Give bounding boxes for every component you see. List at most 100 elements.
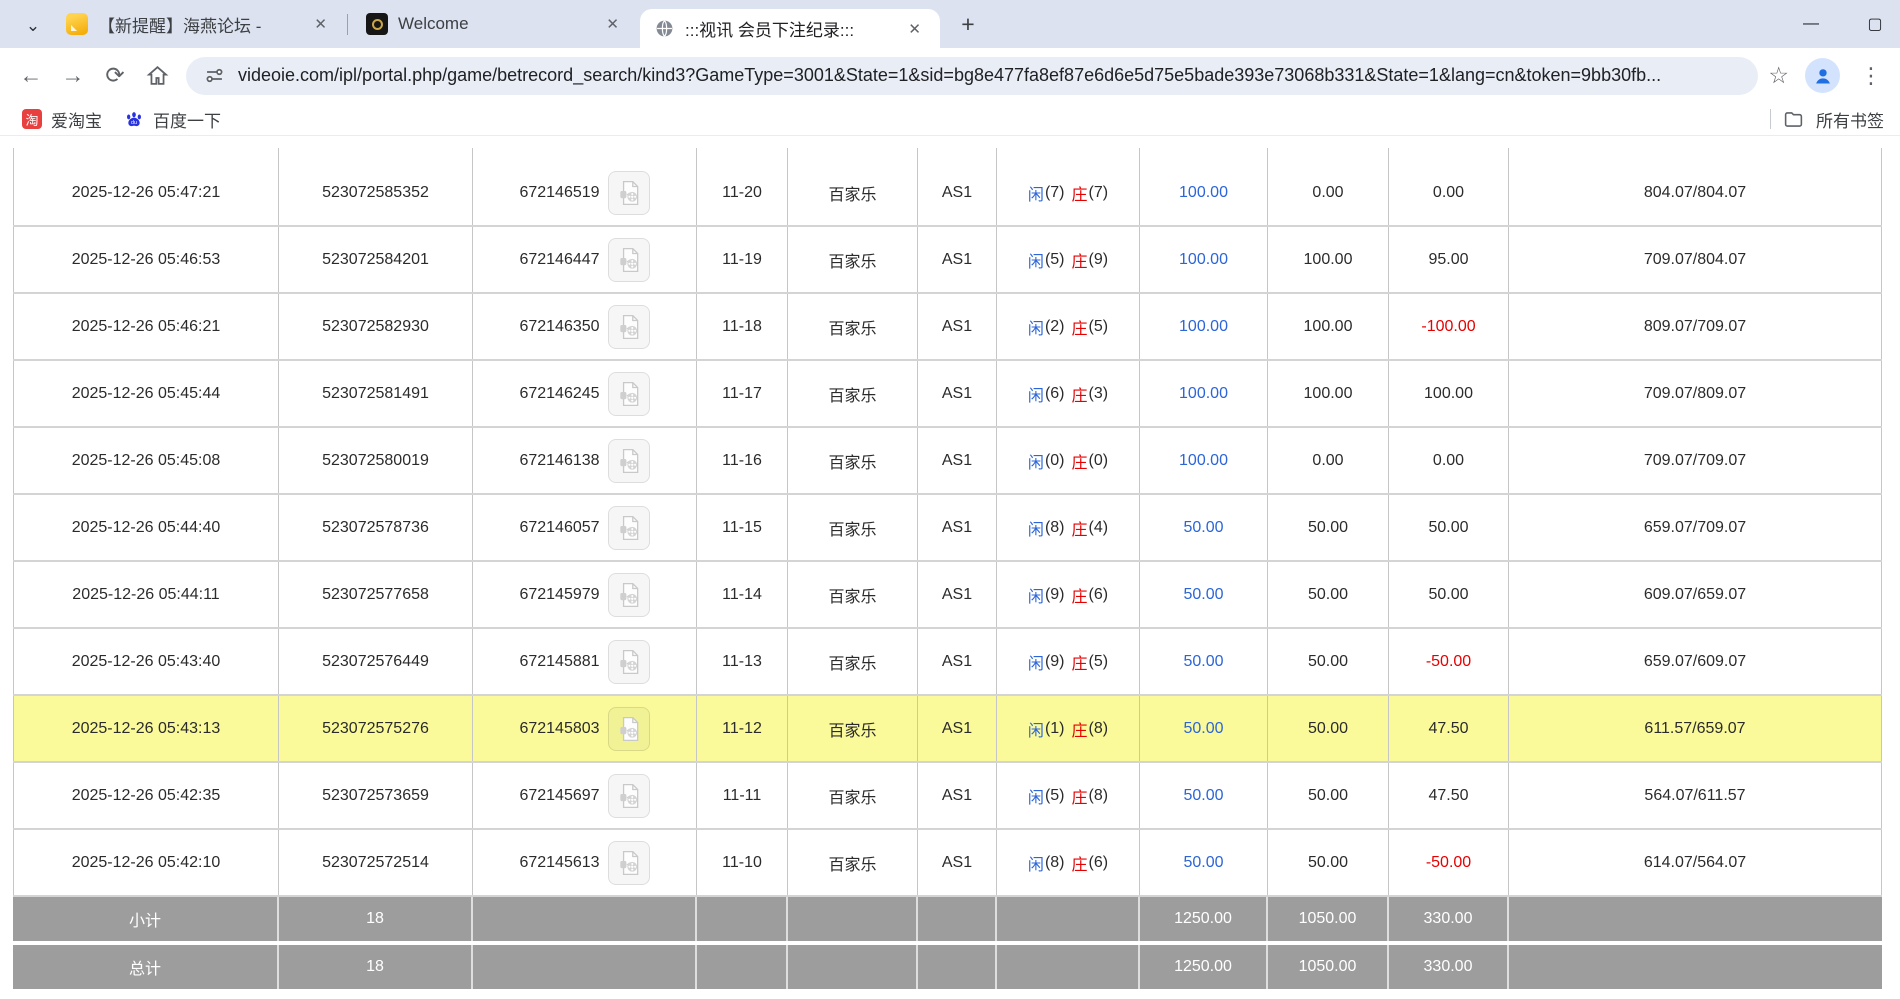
valid-amount: 100.00 <box>1268 227 1389 292</box>
player-label: 闲 <box>1028 851 1044 875</box>
video-replay-button[interactable] <box>608 707 650 751</box>
banker-label: 庄 <box>1072 717 1088 741</box>
video-replay-button[interactable] <box>608 372 650 416</box>
video-replay-button[interactable] <box>608 171 650 215</box>
records-body: 2025-12-26 05:47:21 523072585352 6721465… <box>13 160 1882 897</box>
bet-amount[interactable]: 100.00 <box>1140 160 1268 225</box>
round-label: 11-12 <box>697 696 788 761</box>
person-icon <box>1812 65 1834 87</box>
bet-number: 523072582930 <box>279 294 473 359</box>
table-code: AS1 <box>918 294 997 359</box>
round-number: 672146057 <box>519 519 599 537</box>
footer-empty-cell <box>697 897 788 941</box>
maximize-button[interactable]: ▢ <box>1864 14 1886 34</box>
bet-amount[interactable]: 50.00 <box>1140 629 1268 694</box>
game-type: 百家乐 <box>788 830 918 895</box>
player-points: (5) <box>1045 787 1065 805</box>
video-document-icon <box>616 649 642 675</box>
valid-amount: 100.00 <box>1268 294 1389 359</box>
home-button[interactable] <box>136 55 178 97</box>
bet-amount[interactable]: 50.00 <box>1140 495 1268 560</box>
banker-points: (8) <box>1089 787 1109 805</box>
banker-points: (4) <box>1089 519 1109 537</box>
total-bet: 1250.00 <box>1140 945 1268 989</box>
table-row: 2025-12-26 05:45:08 523072580019 6721461… <box>13 428 1882 495</box>
bet-amount[interactable]: 50.00 <box>1140 763 1268 828</box>
video-replay-button[interactable] <box>608 305 650 349</box>
balance: 614.07/564.07 <box>1509 830 1882 895</box>
game-type: 百家乐 <box>788 562 918 627</box>
banker-points: (7) <box>1089 184 1109 202</box>
video-replay-button[interactable] <box>608 640 650 684</box>
round-number: 672146519 <box>519 184 599 202</box>
table-code: AS1 <box>918 696 997 761</box>
bookmark-aitaobao[interactable]: 淘 爱淘宝 <box>22 107 102 132</box>
player-points: (9) <box>1045 653 1065 671</box>
round-label: 11-15 <box>697 495 788 560</box>
baidu-paw-icon: du <box>124 109 144 129</box>
round-number: 672146350 <box>519 318 599 336</box>
result-cell: 闲(5)庄(9) <box>997 227 1140 292</box>
tab-divider <box>347 14 348 35</box>
bet-amount[interactable]: 100.00 <box>1140 227 1268 292</box>
site-info-icon[interactable] <box>204 65 225 86</box>
video-replay-button[interactable] <box>608 439 650 483</box>
total-count: 18 <box>279 945 473 989</box>
tab-search-chevron-icon[interactable]: ⌄ <box>20 13 46 39</box>
close-tab-icon[interactable]: ✕ <box>309 13 332 35</box>
bookmark-baidu[interactable]: du 百度一下 <box>124 107 221 132</box>
svg-text:du: du <box>131 120 137 126</box>
banker-label: 庄 <box>1072 382 1088 406</box>
tab-title: :::视讯 会员下注纪录::: <box>685 16 893 41</box>
tab-bet-records-active[interactable]: :::视讯 会员下注纪录::: ✕ <box>640 9 940 48</box>
bet-amount[interactable]: 100.00 <box>1140 361 1268 426</box>
bet-amount[interactable]: 100.00 <box>1140 428 1268 493</box>
table-row: 2025-12-26 05:42:35 523072573659 6721456… <box>13 763 1882 830</box>
bet-amount[interactable]: 100.00 <box>1140 294 1268 359</box>
player-points: (7) <box>1045 184 1065 202</box>
bookmark-star-icon[interactable]: ☆ <box>1768 62 1789 89</box>
bet-amount[interactable]: 50.00 <box>1140 830 1268 895</box>
close-tab-icon[interactable]: ✕ <box>903 18 926 40</box>
browser-menu-icon[interactable]: ⋮ <box>1856 63 1886 89</box>
footer-empty-cell <box>997 897 1140 941</box>
round-label: 11-11 <box>697 763 788 828</box>
win-loss: -50.00 <box>1389 830 1509 895</box>
balance: 709.07/709.07 <box>1509 428 1882 493</box>
bet-time: 2025-12-26 05:47:21 <box>13 160 279 225</box>
round-label: 11-13 <box>697 629 788 694</box>
all-bookmarks[interactable]: 所有书签 <box>1770 107 1900 132</box>
url-bar[interactable]: videoie.com/ipl/portal.php/game/betrecor… <box>186 57 1758 95</box>
reload-button[interactable]: ⟳ <box>94 55 136 97</box>
bet-amount[interactable]: 50.00 <box>1140 696 1268 761</box>
banker-label: 庄 <box>1072 851 1088 875</box>
minimize-button[interactable]: — <box>1800 15 1822 33</box>
footer-empty-cell <box>473 945 697 989</box>
tab-title: Welcome <box>398 14 591 34</box>
table-code: AS1 <box>918 763 997 828</box>
tab-welcome[interactable]: Welcome ✕ <box>352 0 638 48</box>
video-replay-button[interactable] <box>608 841 650 885</box>
back-button[interactable]: ← <box>10 55 52 97</box>
profile-avatar[interactable] <box>1805 58 1840 93</box>
close-tab-icon[interactable]: ✕ <box>601 13 624 35</box>
banker-points: (5) <box>1089 653 1109 671</box>
bet-time: 2025-12-26 05:45:44 <box>13 361 279 426</box>
video-replay-button[interactable] <box>608 506 650 550</box>
video-replay-button[interactable] <box>608 238 650 282</box>
bet-amount[interactable]: 50.00 <box>1140 562 1268 627</box>
banker-label: 庄 <box>1072 181 1088 205</box>
player-points: (8) <box>1045 854 1065 872</box>
table-code: AS1 <box>918 830 997 895</box>
video-replay-button[interactable] <box>608 774 650 818</box>
win-loss: -100.00 <box>1389 294 1509 359</box>
forward-button[interactable]: → <box>52 55 94 97</box>
round-number: 672145979 <box>519 586 599 604</box>
player-label: 闲 <box>1028 717 1044 741</box>
table-row: 2025-12-26 05:43:13 523072575276 6721458… <box>13 696 1882 763</box>
round-cell: 672145697 <box>473 763 697 828</box>
video-replay-button[interactable] <box>608 573 650 617</box>
url-text[interactable]: videoie.com/ipl/portal.php/game/betrecor… <box>238 65 1740 86</box>
tab-haiyan-forum[interactable]: 【新提醒】海燕论坛 - ✕ <box>52 0 346 48</box>
new-tab-button[interactable]: + <box>955 11 981 37</box>
